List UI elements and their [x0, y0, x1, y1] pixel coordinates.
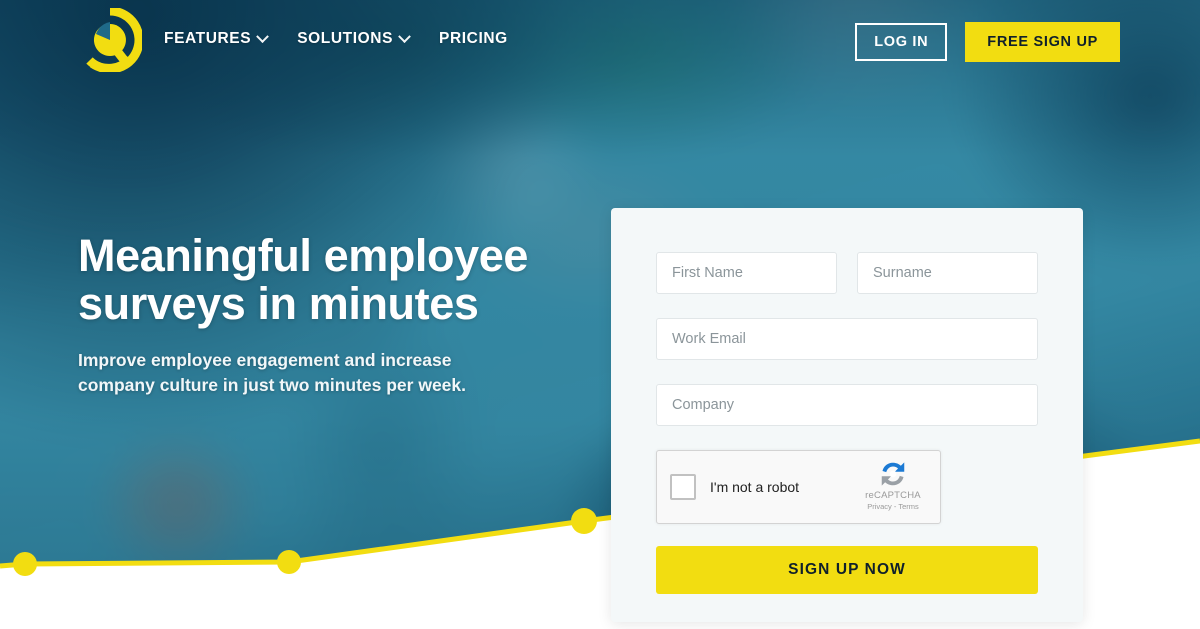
recaptcha-widget[interactable]: I'm not a robot reCAPTCHA Privacy - Term… [656, 450, 941, 524]
recaptcha-logo-icon [881, 462, 905, 486]
first-name-input[interactable] [656, 252, 837, 294]
company-input[interactable] [656, 384, 1038, 426]
nav-item-label: FEATURES [164, 30, 252, 47]
recaptcha-checkbox[interactable] [670, 474, 696, 500]
work-email-input[interactable] [656, 318, 1038, 360]
page-title: Meaningful employee surveys in minutes [78, 232, 598, 328]
hero-subtitle-line-2: company culture in just two minutes per … [78, 375, 466, 395]
free-signup-button[interactable]: FREE SIGN UP [965, 22, 1120, 62]
signup-form-card: I'm not a robot reCAPTCHA Privacy - Term… [611, 208, 1083, 622]
header-actions: LOG IN FREE SIGN UP [855, 22, 1120, 62]
site-header: FEATURES SOLUTIONS PRICING LOG IN FREE S… [0, 0, 1200, 82]
nav-item-pricing[interactable]: PRICING [439, 30, 508, 48]
hero-title-line-2: surveys in minutes [78, 278, 479, 329]
login-button[interactable]: LOG IN [855, 23, 948, 61]
surname-input[interactable] [857, 252, 1038, 294]
main-navigation: FEATURES SOLUTIONS PRICING [164, 29, 508, 48]
nav-item-label: SOLUTIONS [297, 30, 394, 47]
recaptcha-branding: reCAPTCHA Privacy - Terms [855, 459, 931, 511]
hero-subtitle: Improve employee engagement and increase… [78, 348, 598, 398]
landing-page: FEATURES SOLUTIONS PRICING LOG IN FREE S… [0, 0, 1200, 629]
circular-q-logo-icon[interactable] [78, 8, 142, 72]
hero-subtitle-line-1: Improve employee engagement and increase [78, 350, 452, 370]
chevron-down-icon [256, 29, 270, 43]
recaptcha-brand-name: reCAPTCHA [865, 490, 921, 501]
recaptcha-label: I'm not a robot [710, 479, 800, 495]
hero-copy: Meaningful employee surveys in minutes I… [78, 232, 598, 398]
recaptcha-legal-links[interactable]: Privacy - Terms [855, 502, 931, 511]
nav-item-solutions[interactable]: SOLUTIONS [297, 29, 411, 48]
sign-up-now-button[interactable]: SIGN UP NOW [656, 546, 1038, 594]
nav-item-features[interactable]: FEATURES [164, 29, 270, 48]
hero-title-line-1: Meaningful employee [78, 230, 528, 281]
name-row [656, 252, 1038, 294]
chevron-down-icon [398, 29, 411, 43]
nav-item-label: PRICING [439, 30, 508, 47]
